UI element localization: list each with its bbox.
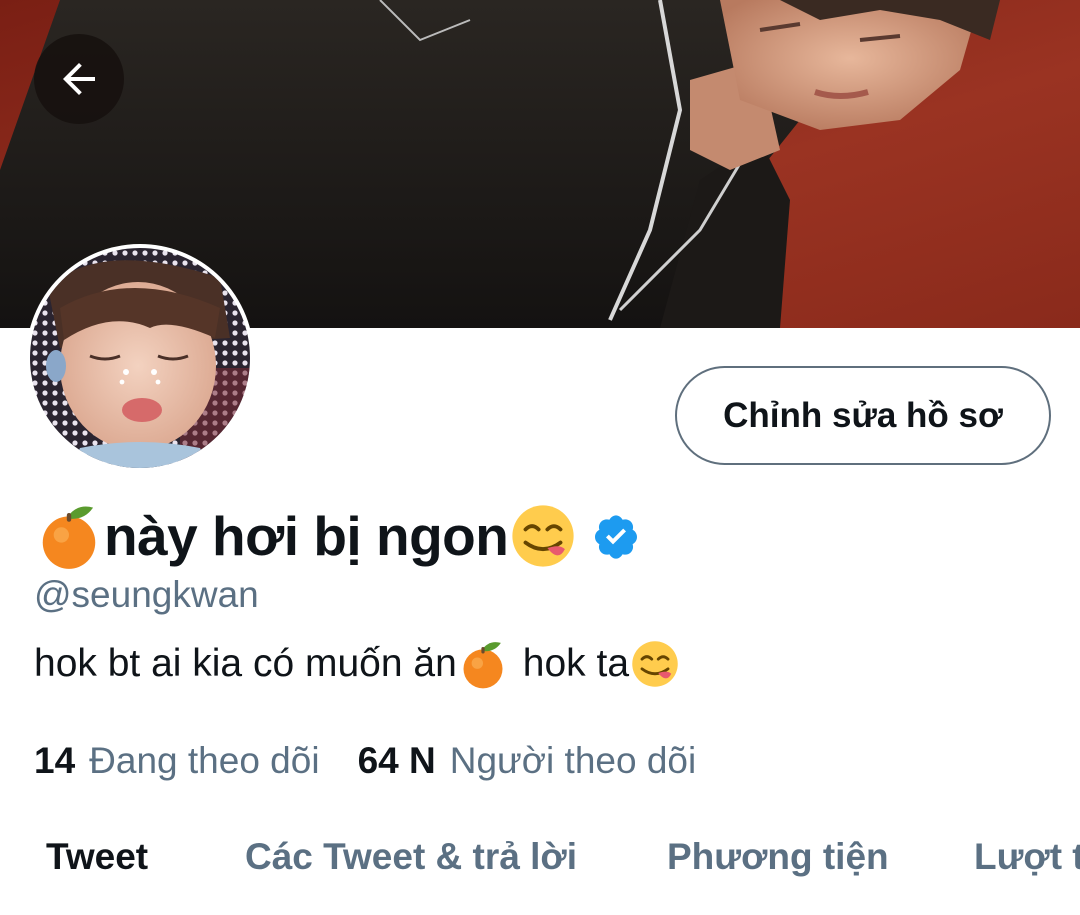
yum-face-emoji-icon xyxy=(632,641,678,687)
followers-label: Người theo dõi xyxy=(449,740,697,781)
tab-media[interactable]: Phương tiện xyxy=(667,826,889,888)
tangerine-emoji-icon xyxy=(42,506,96,569)
display-name: này hơi bị ngon xyxy=(34,498,640,574)
arrow-left-icon xyxy=(63,63,95,95)
followers-link[interactable]: 64 N Người theo dõi xyxy=(358,740,697,782)
verified-badge-icon[interactable] xyxy=(592,512,640,560)
profile-tabs: Tweet Các Tweet & trả lời Phương tiện Lư… xyxy=(0,826,1080,888)
tab-tweets[interactable]: Tweet xyxy=(46,826,148,888)
bio-text-part1: hok bt ai kia có muốn ăn xyxy=(34,642,457,685)
profile-page: Chỉnh sửa hồ sơ này hơi bị ngon @seungkw… xyxy=(0,0,1080,915)
bio-text-part2: hok ta xyxy=(522,642,630,685)
avatar[interactable] xyxy=(26,244,254,472)
user-handle: @seungkwan xyxy=(34,574,259,615)
bio: hok bt ai kia có muốn ăn hok ta xyxy=(34,636,681,692)
tangerine-emoji-icon xyxy=(463,642,503,689)
following-count: 14 xyxy=(34,740,76,781)
follow-stats: 14 Đang theo dõi 64 N Người theo dõi xyxy=(34,736,696,786)
followers-count: 64 N xyxy=(357,740,436,781)
back-button[interactable] xyxy=(34,34,124,124)
display-name-text: này hơi bị ngon xyxy=(104,505,509,567)
following-label: Đang theo dõi xyxy=(89,740,320,781)
edit-profile-label: Chỉnh sửa hồ sơ xyxy=(723,395,1003,435)
edit-profile-button[interactable]: Chỉnh sửa hồ sơ xyxy=(675,366,1051,465)
yum-face-emoji-icon xyxy=(512,505,574,567)
tab-likes[interactable]: Lượt thích xyxy=(974,826,1080,888)
avatar-photo xyxy=(30,248,250,468)
following-link[interactable]: 14 Đang theo dõi xyxy=(34,740,320,782)
tab-tweets-and-replies[interactable]: Các Tweet & trả lời xyxy=(245,826,577,888)
